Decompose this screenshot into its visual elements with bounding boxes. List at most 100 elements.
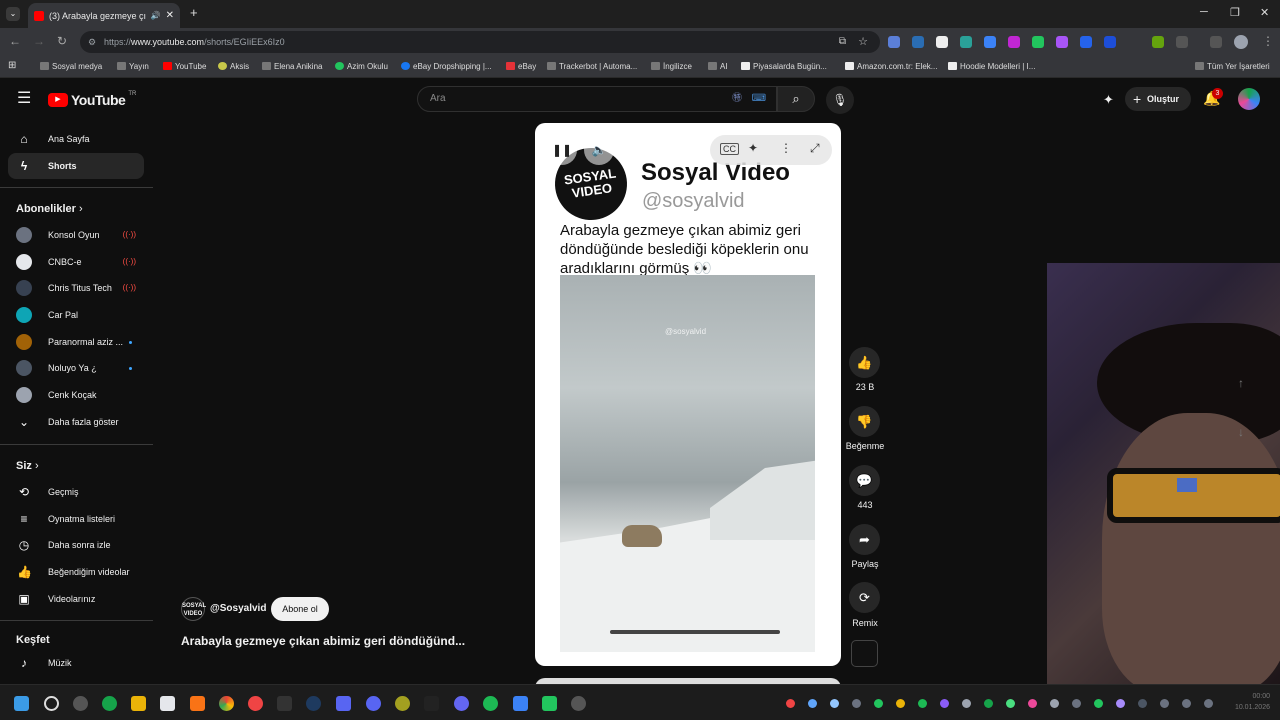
taskbar-app-icon[interactable] — [571, 696, 586, 711]
account-avatar[interactable] — [1238, 88, 1260, 110]
extension-icon[interactable] — [1152, 36, 1164, 48]
tray-icon[interactable] — [918, 699, 927, 708]
subscription-item[interactable]: Cenk Koçak — [8, 382, 144, 408]
tray-icon[interactable] — [852, 699, 861, 708]
youtube-logo[interactable]: ▶ YouTube TR — [48, 91, 136, 108]
discord-icon[interactable] — [366, 696, 381, 711]
xbox-icon[interactable] — [102, 696, 117, 711]
site-info-icon[interactable]: ⚙ — [88, 31, 96, 53]
bookmark[interactable]: Yayın — [117, 62, 149, 71]
tray-icon[interactable] — [1116, 699, 1125, 708]
bookmark[interactable]: Elena Anikina — [262, 62, 322, 71]
reload-icon[interactable]: ↻ — [57, 34, 67, 48]
video-title[interactable]: Arabayla gezmeye çıkan abimiz geri döndü… — [181, 634, 465, 648]
sidebar-item-music[interactable]: ♪ Müzik — [8, 650, 144, 676]
extension-icon[interactable] — [1056, 36, 1068, 48]
translate-icon[interactable]: ㊕ — [732, 87, 742, 111]
search-input[interactable]: Ara ㊕ ⌨ — [417, 86, 777, 112]
share-button[interactable]: ➦ — [849, 524, 880, 555]
back-icon[interactable]: ← — [9, 34, 21, 48]
extension-icon[interactable] — [1104, 36, 1116, 48]
captions-icon[interactable]: CC — [720, 143, 739, 155]
sidebar-item-shorts[interactable]: ϟ Shorts — [8, 153, 144, 179]
steam-icon[interactable] — [306, 696, 321, 711]
volume-icon[interactable] — [1182, 699, 1191, 708]
tray-icon[interactable] — [1094, 699, 1103, 708]
sidebar-item-playlists[interactable]: ≡ Oynatma listeleri — [8, 506, 144, 532]
taskbar-app-icon[interactable] — [542, 696, 557, 711]
subscription-item[interactable]: Noluyo Ya ¿ — [8, 355, 144, 381]
sidebar-item-liked-videos[interactable]: 👍 Beğendiğim videolar — [8, 559, 144, 585]
browser-tab[interactable]: (3) Arabayla gezmeye çıkan 🔊 ✕ — [28, 3, 180, 28]
sound-thumbnail[interactable] — [851, 640, 878, 667]
bookmark[interactable]: İngilizce — [651, 62, 692, 71]
extension-icon[interactable] — [1008, 36, 1020, 48]
cast-icon[interactable]: ✦ — [1103, 92, 1114, 108]
taskbar-app-icon[interactable] — [73, 696, 88, 711]
epic-games-icon[interactable] — [277, 696, 292, 711]
start-icon[interactable] — [14, 696, 29, 711]
subscription-item[interactable]: Chris Titus Tech ((·)) — [8, 275, 144, 301]
cast-player-icon[interactable]: ✦ — [748, 141, 758, 155]
show-more-button[interactable]: ⌄ Daha fazla göster — [8, 409, 144, 435]
tray-icon[interactable] — [1028, 699, 1037, 708]
search-button[interactable]: ⌕ — [777, 86, 815, 112]
apps-icon[interactable]: ⊞ — [8, 60, 16, 71]
profile-avatar[interactable] — [1234, 35, 1248, 49]
channel-handle-link[interactable]: @Sosyalvid — [210, 603, 266, 614]
sidebar-item-watch-later[interactable]: ◷ Daha sonra izle — [8, 532, 144, 558]
keyboard-icon[interactable]: ⌨ — [752, 87, 766, 111]
sidebar-item-history[interactable]: ⟲ Geçmiş — [8, 479, 144, 505]
extension-icon[interactable] — [984, 36, 996, 48]
hamburger-menu-icon[interactable]: ☰ — [17, 91, 31, 107]
tab-close-icon[interactable]: ✕ — [166, 10, 174, 21]
reading-list-icon[interactable] — [1210, 36, 1222, 48]
bookmark[interactable]: YouTube — [163, 62, 206, 71]
taskbar-app-icon[interactable] — [454, 696, 469, 711]
tab-audio-icon[interactable]: 🔊 — [151, 11, 161, 20]
bookmark-star-icon[interactable]: ☆ — [858, 31, 868, 53]
tab-list-button[interactable]: ⌄ — [6, 7, 20, 21]
extension-icon[interactable] — [960, 36, 972, 48]
tray-icon[interactable] — [808, 699, 817, 708]
extension-icon[interactable] — [888, 36, 900, 48]
sidebar-item-home[interactable]: ⌂ Ana Sayfa — [8, 126, 144, 152]
bookmark[interactable]: Azim Okulu — [335, 62, 388, 71]
system-clock[interactable]: 00:00 10.01.2026 — [1235, 691, 1270, 713]
install-icon[interactable]: ⧉ — [839, 31, 846, 53]
sidebar-item-your-videos[interactable]: ▣ Videolarınız — [8, 586, 144, 612]
url-field[interactable]: ⚙ https://www.youtube.com/shorts/EGIiEEx… — [80, 31, 880, 53]
bookmark[interactable]: Hoodie Modelleri | I... — [948, 62, 1035, 71]
all-bookmarks[interactable]: Tüm Yer İşaretleri — [1195, 62, 1270, 71]
close-window-button[interactable]: ✕ — [1260, 6, 1269, 19]
shorts-player[interactable]: SOSYAL VIDEO Sosyal Video @sosyalvid Ara… — [535, 123, 841, 666]
previous-short-arrow-icon[interactable]: ↑ — [1238, 376, 1244, 390]
tray-icon[interactable] — [1050, 699, 1059, 708]
forward-icon[interactable]: → — [33, 34, 45, 48]
tray-icon[interactable] — [896, 699, 905, 708]
extensions-puzzle-icon[interactable] — [1176, 36, 1188, 48]
tray-icon[interactable] — [1138, 699, 1147, 708]
tray-icon[interactable] — [874, 699, 883, 708]
extension-icon[interactable] — [1080, 36, 1092, 48]
tray-icon[interactable] — [1072, 699, 1081, 708]
brave-icon[interactable] — [190, 696, 205, 711]
bookmark[interactable]: eBay — [506, 62, 536, 71]
minimize-button[interactable]: ─ — [1200, 6, 1208, 18]
like-button[interactable]: 👍 — [849, 347, 880, 378]
extension-icon[interactable] — [912, 36, 924, 48]
more-options-icon[interactable]: ⋮ — [780, 141, 792, 155]
taskbar-app-icon[interactable] — [336, 696, 351, 711]
bookmark[interactable]: Sosyal medya — [40, 62, 102, 71]
subscription-item[interactable]: Car Pal — [8, 302, 144, 328]
store-icon[interactable] — [160, 696, 175, 711]
tray-icon[interactable] — [984, 699, 993, 708]
battery-icon[interactable] — [1204, 699, 1213, 708]
tray-icon[interactable] — [830, 699, 839, 708]
tray-icon[interactable] — [1006, 699, 1015, 708]
pause-button[interactable]: ❚❚ — [547, 135, 577, 165]
network-icon[interactable] — [1160, 699, 1169, 708]
taskbar-app-icon[interactable] — [513, 696, 528, 711]
bookmark[interactable]: Trackerbot | Automa... — [547, 62, 637, 71]
fullscreen-icon[interactable]: ⤢ — [810, 141, 820, 156]
